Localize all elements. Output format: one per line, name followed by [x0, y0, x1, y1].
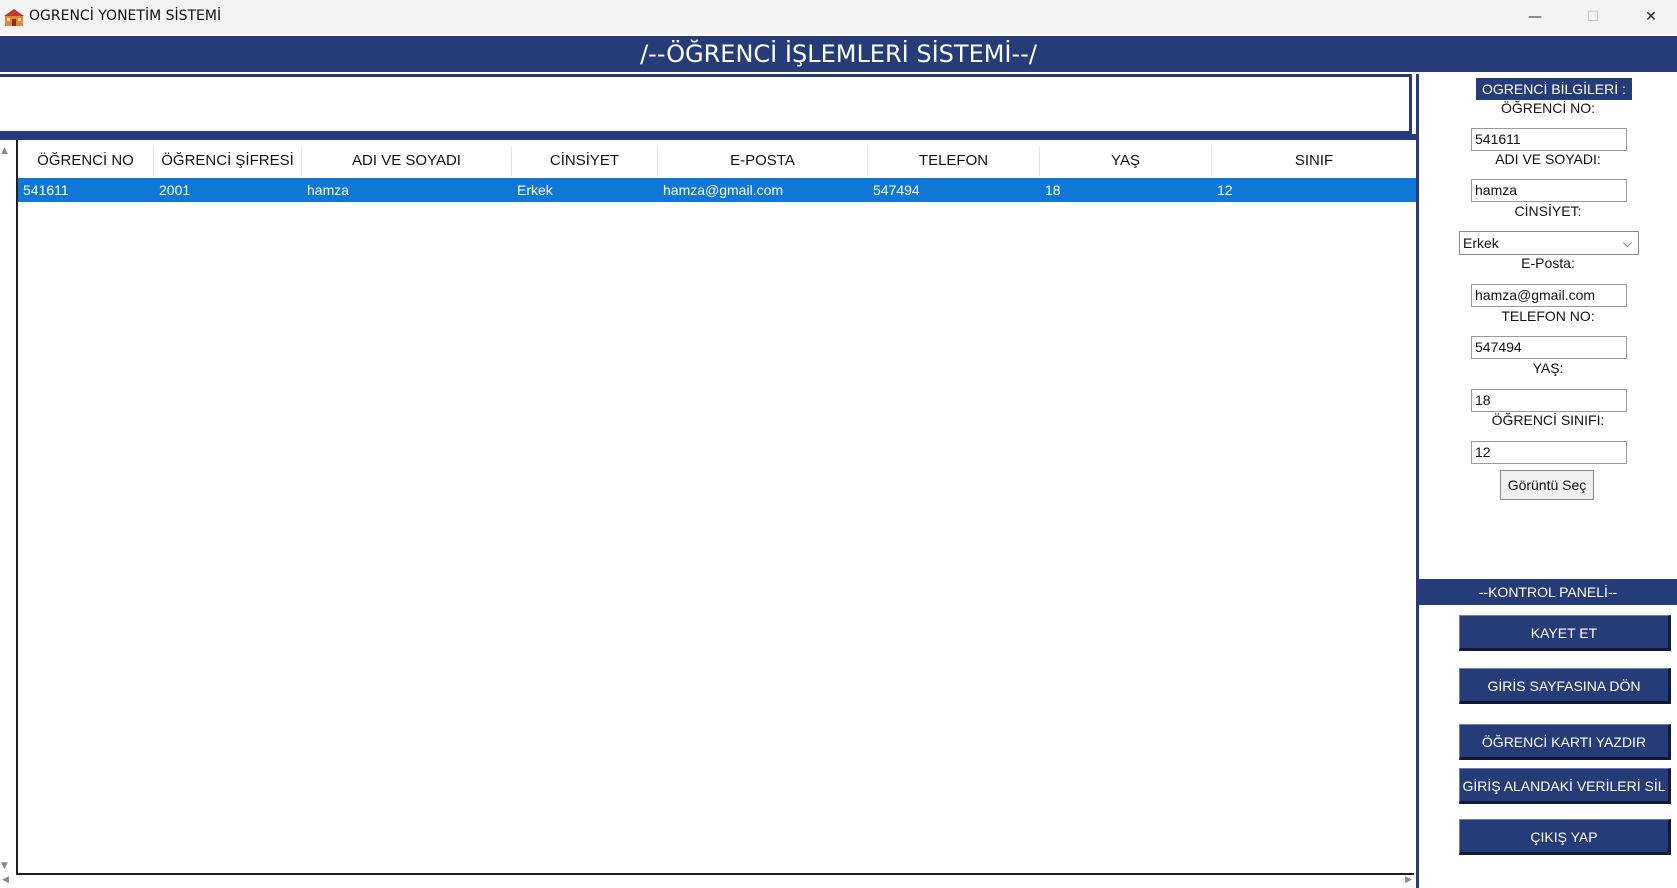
scroll-down-icon[interactable]: ▼ — [1, 861, 8, 871]
email-field[interactable]: hamza@gmail.com — [1471, 284, 1627, 307]
class-field[interactable]: 12 — [1471, 441, 1627, 464]
print-student-card-button[interactable]: ÖĞRENCİ KARTI YAZDIR — [1459, 724, 1671, 760]
column-header-email[interactable]: E-POSTA — [658, 146, 868, 176]
maximize-button[interactable]: ☐ — [1564, 0, 1622, 34]
window-title: OGRENCİ YONETİM SİSTEMİ — [29, 8, 222, 24]
close-button[interactable]: ✕ — [1622, 0, 1677, 34]
chevron-down-icon[interactable]: ⌵ — [1623, 232, 1632, 254]
email-label: E-Posta: — [1521, 255, 1575, 271]
right-panel: OGRENCİ BİLGİLERİ : ÖĞRENCİ NO: 541611 A… — [1416, 74, 1677, 888]
column-header-name[interactable]: ADI VE SOYADI — [302, 146, 512, 176]
horizontal-scrollbar[interactable]: ◀ ▶ — [0, 875, 1416, 888]
scroll-right-icon[interactable]: ▶ — [1405, 875, 1412, 885]
school-building-icon — [4, 9, 24, 26]
gender-select-value: Erkek — [1463, 235, 1499, 251]
clear-fields-button[interactable]: GİRİŞ ALANDAKİ VERİLERİ SİL — [1459, 768, 1671, 804]
column-header-student-no[interactable]: ÖĞRENCİ NO — [18, 146, 154, 176]
scroll-up-icon[interactable]: ▲ — [1, 146, 8, 156]
student-no-field[interactable]: 541611 — [1471, 128, 1627, 151]
gender-select[interactable]: Erkek ⌵ — [1459, 231, 1639, 255]
table-header: ÖĞRENCİ NO ÖĞRENCİ ŞİFRESİ ADI VE SOYADI… — [18, 146, 1416, 176]
title-bar: OGRENCİ YONETİM SİSTEMİ — ☐ ✕ — [0, 0, 1677, 34]
cell-name: hamza — [307, 182, 350, 198]
cell-class: 12 — [1217, 182, 1233, 198]
app-window: OGRENCİ YONETİM SİSTEMİ — ☐ ✕ /--ÖĞRENCİ… — [0, 0, 1677, 888]
phone-label: TELEFON NO: — [1501, 308, 1595, 324]
phone-field[interactable]: 547494 — [1471, 336, 1627, 359]
vertical-scrollbar[interactable]: ▲ ▼ — [0, 140, 16, 875]
minimize-button[interactable]: — — [1506, 0, 1564, 34]
exit-button[interactable]: ÇIKIŞ YAP — [1459, 819, 1671, 855]
control-panel-title: --KONTROL PANELİ-- — [1419, 579, 1677, 605]
column-header-gender[interactable]: CİNSİYET — [512, 146, 658, 176]
student-table[interactable]: ÖĞRENCİ NO ÖĞRENCİ ŞİFRESİ ADI VE SOYADI… — [16, 140, 1416, 875]
student-no-label: ÖĞRENCİ NO: — [1500, 100, 1596, 116]
student-info-title: OGRENCİ BİLGİLERİ : — [1476, 78, 1632, 100]
column-header-student-password[interactable]: ÖĞRENCİ ŞİFRESİ — [154, 146, 302, 176]
age-label: YAŞ: — [1532, 360, 1564, 376]
scroll-left-icon[interactable]: ◀ — [2, 875, 9, 885]
system-banner-title: /--ÖĞRENCİ İŞLEMLERİ SİSTEMİ--/ — [0, 36, 1677, 72]
column-header-class[interactable]: SINIF — [1212, 146, 1416, 176]
cell-gender: Erkek — [517, 182, 553, 198]
select-image-button[interactable]: Görüntü Seç — [1500, 470, 1594, 500]
top-frame — [0, 74, 1412, 134]
cell-student-no: 541611 — [23, 182, 69, 198]
student-table-area: ▲ ▼ ÖĞRENCİ NO ÖĞRENCİ ŞİFRESİ ADI VE SO… — [0, 140, 1416, 888]
cell-phone: 547494 — [873, 182, 920, 198]
column-header-phone[interactable]: TELEFON — [868, 146, 1040, 176]
cell-email: hamza@gmail.com — [663, 182, 784, 198]
table-row[interactable]: 541611 2001 hamza Erkek hamza@gmail.com … — [18, 178, 1416, 202]
name-label: ADI VE SOYADI: — [1495, 151, 1601, 167]
name-field[interactable]: hamza — [1471, 179, 1627, 202]
back-to-login-button[interactable]: GİRİS SAYFASINA DÖN — [1459, 668, 1671, 704]
class-label: ÖĞRENCİ SINIFI: — [1491, 412, 1605, 428]
cell-student-password: 2001 — [159, 182, 191, 198]
gender-label: CİNSİYET: — [1514, 203, 1582, 219]
save-button[interactable]: KAYET ET — [1459, 615, 1671, 651]
column-header-age[interactable]: YAŞ — [1040, 146, 1212, 176]
age-field[interactable]: 18 — [1471, 389, 1627, 412]
cell-age: 18 — [1045, 182, 1061, 198]
